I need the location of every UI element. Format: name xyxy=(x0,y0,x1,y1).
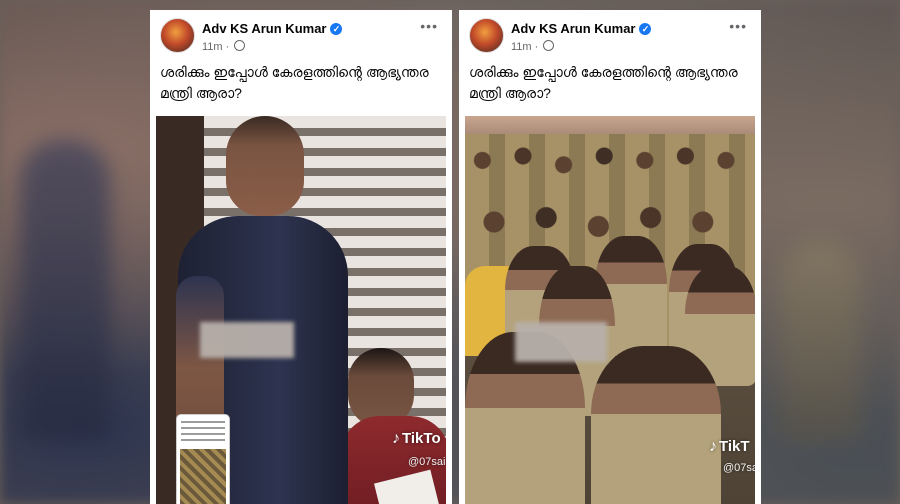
officer-foreground xyxy=(591,346,721,504)
author-name[interactable]: Adv KS Arun Kumar ✓ xyxy=(202,21,343,36)
phone-image xyxy=(180,449,226,504)
standing-man-head xyxy=(226,116,304,216)
post-meta: 11m · xyxy=(202,40,246,53)
post-video[interactable]: ♪ TikTo @07sai xyxy=(156,116,446,504)
tiktok-note-icon: ♪ xyxy=(709,438,717,455)
post-video[interactable]: ♪TikT @07sai xyxy=(465,116,755,504)
more-options-button[interactable]: ••• xyxy=(729,18,747,34)
author-name-text[interactable]: Adv KS Arun Kumar xyxy=(511,21,635,36)
author-name-text[interactable]: Adv KS Arun Kumar xyxy=(202,21,326,36)
tiktok-brand: TikT xyxy=(719,438,750,455)
post-caption: ശരിക്കും ഇപ്പോൾ കേരളത്തിന്റെ ആഭ്യന്തര മന… xyxy=(160,64,429,101)
globe-icon xyxy=(234,40,246,51)
verified-badge-icon: ✓ xyxy=(330,23,343,35)
avatar[interactable] xyxy=(469,18,504,53)
tiktok-brand: TikTo xyxy=(402,430,441,447)
background-figure-right xyxy=(780,240,860,440)
verified-badge-icon: ✓ xyxy=(639,23,652,35)
phone-screenshot xyxy=(176,414,230,504)
background-figure-left xyxy=(20,140,110,440)
post-header: Adv KS Arun Kumar ✓ 11m · ••• xyxy=(150,10,452,60)
tiktok-watermark: ♪ TikT xyxy=(709,438,750,456)
avatar[interactable] xyxy=(160,18,195,53)
post-time[interactable]: 11m xyxy=(202,41,223,53)
post-caption: ശരിക്കും ഇപ്പോൾ കേരളത്തിന്റെ ആഭ്യന്തര മന… xyxy=(469,64,738,101)
facebook-post-right: Adv KS Arun Kumar ✓ 11m · ••• ശരിക്കും ഇപ… xyxy=(459,10,761,504)
post-header: Adv KS Arun Kumar ✓ 11m · ••• xyxy=(459,10,761,60)
more-options-button[interactable]: ••• xyxy=(420,18,438,34)
post-meta: 11m · xyxy=(511,40,555,53)
author-name[interactable]: Adv KS Arun Kumar ✓ xyxy=(511,21,652,36)
tiktok-watermark: ♪ TikTo xyxy=(392,430,441,448)
tiktok-handle: @07sai xyxy=(723,462,755,474)
pixelated-blur xyxy=(200,322,294,358)
globe-icon xyxy=(543,40,555,51)
facebook-post-left: Adv KS Arun Kumar ✓ 11m · ••• ശരിക്കും ഇപ… xyxy=(150,10,452,504)
post-time[interactable]: 11m xyxy=(511,41,532,53)
pixelated-blur xyxy=(515,322,607,362)
tiktok-note-icon: ♪ xyxy=(392,430,400,447)
tiktok-handle: @07sai xyxy=(408,456,446,468)
phone-text-lines xyxy=(181,421,225,441)
